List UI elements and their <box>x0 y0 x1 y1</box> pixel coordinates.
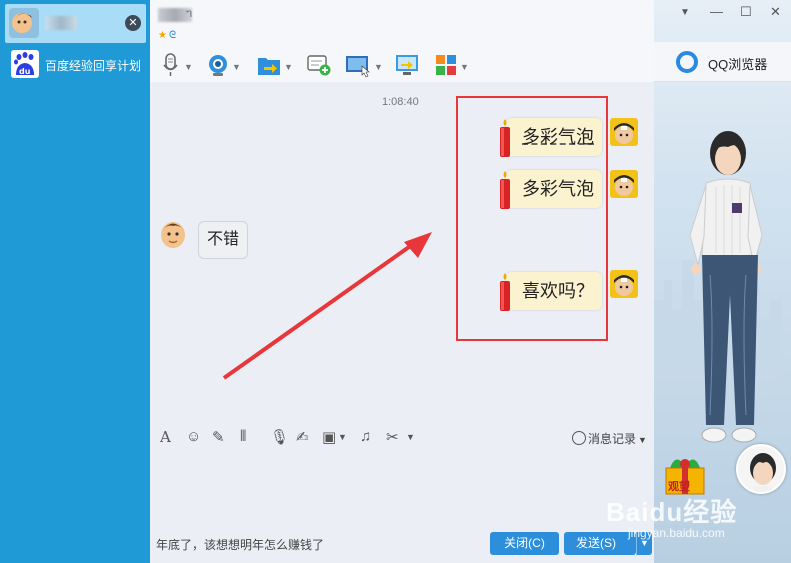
contact-avatar <box>9 8 39 38</box>
message-input[interactable]: 年底了，该想想明年怎么赚钱了 <box>156 536 324 553</box>
message-timestamp: 1:08:40 <box>382 96 419 108</box>
annotation-highlight-box <box>456 96 608 341</box>
maximize-icon[interactable]: ☐ <box>740 4 752 20</box>
history-button[interactable]: 消息记录 ▼ <box>572 430 647 447</box>
avatar-show-figure <box>689 131 763 443</box>
add-message-icon <box>307 55 331 76</box>
magic-icon[interactable]: ✎ <box>212 428 225 446</box>
file-transfer-button[interactable]: ▼ <box>256 52 293 78</box>
edit-icon[interactable]: ✍ <box>296 428 309 446</box>
my-avatar[interactable] <box>610 118 638 146</box>
close-icon[interactable]: ✕ <box>125 15 141 31</box>
microphone-icon <box>163 53 178 76</box>
screen-share-icon <box>396 55 418 75</box>
apps-button[interactable]: ▼ <box>434 52 469 78</box>
qq-browser-icon <box>676 51 698 73</box>
qq-browser-button[interactable]: QQ浏览器 <box>654 42 791 82</box>
my-avatar[interactable] <box>610 170 638 198</box>
chevron-down-icon[interactable]: ▼ <box>284 62 293 72</box>
baidu-watermark: Baidu经验 <box>606 497 738 527</box>
chat-title-suffix-icon: ᥐ <box>186 6 193 20</box>
emoji-icon[interactable]: ☺ <box>186 428 201 445</box>
my-avatar[interactable] <box>610 270 638 298</box>
close-button[interactable]: 关闭(C) <box>490 532 559 555</box>
remote-desktop-icon <box>346 56 370 78</box>
watermark-url: jingyan.baidu.com <box>628 526 725 540</box>
close-window-icon[interactable]: ✕ <box>770 4 781 20</box>
menu-chevron-icon[interactable]: ▼ <box>680 7 690 18</box>
image-icon[interactable]: ▣ <box>322 428 336 446</box>
input-toolbar: A ☺ ✎ ⫴ 🎙 ✍ ▣ ▼ ♫ ✂ ▼ 消息记录 ▼ <box>150 428 654 454</box>
qzone-icon[interactable]: ᘓ <box>169 30 176 41</box>
remote-desktop-button[interactable]: ▼ <box>344 52 383 78</box>
svg-text:du: du <box>19 67 31 76</box>
music-icon[interactable]: ♫ <box>360 428 371 445</box>
chevron-down-icon[interactable]: ▼ <box>184 62 193 72</box>
file-transfer-icon <box>258 58 280 75</box>
font-icon[interactable]: A <box>160 428 171 446</box>
scissors-icon[interactable]: ✂ <box>386 428 399 446</box>
shake-icon[interactable]: ⫴ <box>240 428 246 445</box>
contact-avatar[interactable] <box>159 218 187 250</box>
profile-avatar[interactable] <box>736 444 786 494</box>
add-message-button[interactable] <box>306 52 332 78</box>
window-controls: ▼ — ☐ ✕ <box>676 4 791 24</box>
active-chat-tab[interactable]: ✕ <box>5 4 146 43</box>
video-button[interactable]: ▼ <box>206 52 241 78</box>
minimize-icon[interactable]: — <box>710 4 723 19</box>
chevron-down-icon[interactable]: ▼ <box>374 62 383 72</box>
chat-window: ᥐ ★ ᘓ ▼ ▼ ▼ ▼ ▼ 1:08:40 多彩气泡 多彩气泡 不错 喜欢吗… <box>150 0 654 563</box>
contact-sidebar: ✕ du 百度经验回享计划 <box>0 0 150 563</box>
contact-name-blurred <box>45 16 77 30</box>
sidebar-item-baidu[interactable]: du 百度经验回享计划 <box>5 50 150 80</box>
gift-label: 观望 <box>668 479 690 493</box>
send-button[interactable]: 发送(S) <box>564 532 636 555</box>
clock-icon <box>572 431 586 445</box>
chevron-down-icon[interactable]: ▼ <box>460 62 469 72</box>
history-label: 消息记录 <box>588 432 637 446</box>
screen-share-button[interactable] <box>394 52 420 78</box>
status-icons: ★ ᘓ <box>158 30 176 41</box>
video-camera-icon <box>209 55 227 76</box>
star-icon[interactable]: ★ <box>158 30 167 41</box>
chevron-down-icon[interactable]: ▼ <box>406 432 415 442</box>
annotation-arrow <box>222 232 432 380</box>
gift-box-icon[interactable]: 观望 <box>660 450 710 496</box>
sidebar-item-label: 百度经验回享计划 <box>45 59 142 73</box>
apps-grid-icon <box>436 55 456 75</box>
chevron-down-icon: ▼ <box>638 435 647 445</box>
chevron-down-icon[interactable]: ▼ <box>338 432 347 442</box>
chat-header: ᥐ ★ ᘓ ▼ ▼ ▼ ▼ ▼ <box>150 0 654 82</box>
browser-label: QQ浏览器 <box>708 57 768 72</box>
microphone-button[interactable]: ▼ <box>160 52 193 78</box>
voice-icon[interactable]: 🎙 <box>270 428 289 446</box>
baidu-du-logo: du <box>11 50 39 78</box>
chevron-down-icon[interactable]: ▼ <box>232 62 241 72</box>
